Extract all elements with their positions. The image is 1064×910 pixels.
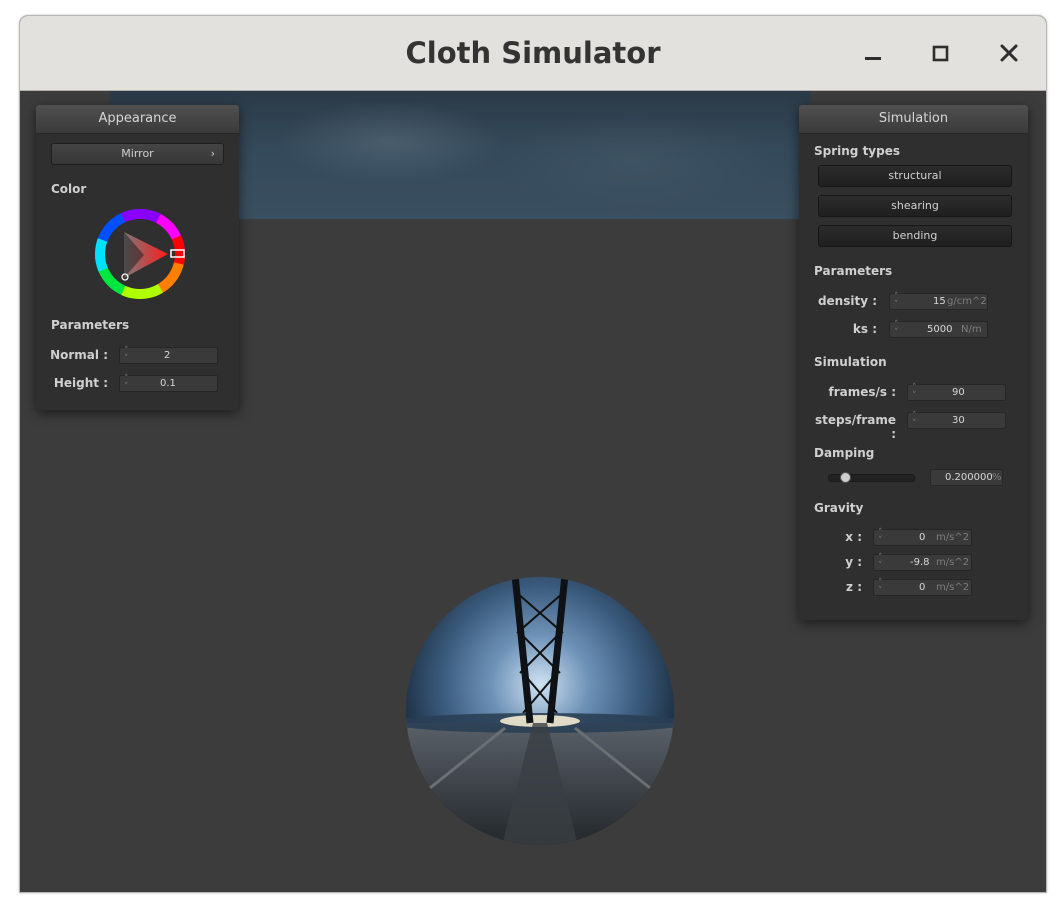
close-icon (1000, 44, 1018, 62)
ks-value: 5000 (927, 324, 953, 335)
sim-parameters-label: Parameters (814, 264, 893, 278)
maximize-icon (932, 45, 949, 62)
damping-label: Damping (814, 446, 875, 460)
appearance-parameters-label: Parameters (51, 318, 130, 332)
damping-field[interactable]: 0.200000 % (930, 469, 1003, 486)
color-label: Color (51, 182, 87, 196)
appearance-panel: Appearance Mirror › Color Parameters Nor… (36, 105, 239, 410)
spin-arrows-icon[interactable]: ˄ ˅ (878, 554, 886, 571)
damping-slider-knob[interactable] (840, 472, 851, 483)
density-value: 15 (933, 296, 946, 307)
damping-value: 0.200000 (945, 472, 993, 483)
damping-unit: % (992, 472, 1002, 483)
normal-label: Normal : (50, 348, 108, 362)
density-label: density : (817, 294, 877, 308)
spin-arrows-icon[interactable]: ˄ ˅ (124, 347, 132, 364)
shearing-button[interactable]: shearing (818, 195, 1012, 217)
steps-per-frame-value: 30 (952, 415, 965, 426)
spin-arrows-icon[interactable]: ˄ ˅ (912, 384, 920, 401)
gravity-z-label: z : (846, 580, 862, 594)
steps-per-frame-label: steps/frame : (814, 413, 896, 441)
render-viewport[interactable]: Appearance Mirror › Color Parameters Nor… (20, 91, 1046, 892)
simulation-label: Simulation (814, 355, 887, 369)
density-spinbox[interactable]: ˄ ˅ 15 g/cm^2 (889, 293, 988, 310)
frames-per-second-spinbox[interactable]: ˄ ˅ 90 (907, 384, 1006, 401)
shader-dropdown-value: Mirror (121, 147, 154, 160)
gravity-y-spinbox[interactable]: ˄ ˅ -9.8 m/s^2 (873, 554, 972, 571)
color-wheel-icon[interactable] (94, 208, 189, 303)
gravity-y-unit: m/s^2 (936, 557, 970, 568)
maximize-button[interactable] (926, 38, 956, 68)
simulation-header[interactable]: Simulation (799, 105, 1028, 134)
spin-arrows-icon[interactable]: ˄ ˅ (124, 375, 132, 392)
ks-label: ks : (852, 322, 877, 336)
simulation-panel: Simulation Spring types structural shear… (799, 105, 1028, 620)
minimize-button[interactable] (858, 38, 888, 68)
height-spinbox[interactable]: ˄ ˅ 0.1 (119, 375, 218, 392)
gravity-y-label: y : (845, 555, 862, 569)
height-value: 0.1 (160, 378, 176, 389)
mirror-sphere[interactable] (405, 573, 675, 848)
chevron-right-icon: › (210, 147, 215, 160)
gravity-z-value: 0 (919, 582, 926, 593)
structural-button[interactable]: structural (818, 165, 1012, 187)
gravity-x-value: 0 (919, 532, 926, 543)
shader-dropdown[interactable]: Mirror › (51, 143, 224, 165)
title-bar[interactable]: Cloth Simulator (20, 16, 1046, 91)
gravity-x-spinbox[interactable]: ˄ ˅ 0 m/s^2 (873, 529, 972, 546)
gravity-x-label: x : (845, 530, 862, 544)
gravity-y-value: -9.8 (910, 557, 930, 568)
frames-per-second-value: 90 (952, 387, 965, 398)
gravity-z-unit: m/s^2 (936, 582, 970, 593)
gravity-x-unit: m/s^2 (936, 532, 970, 543)
height-label: Height : (53, 376, 108, 390)
appearance-header[interactable]: Appearance (36, 105, 239, 134)
spring-types-label: Spring types (814, 144, 901, 158)
window-title: Cloth Simulator (405, 36, 661, 70)
ks-unit: N/m (961, 324, 982, 335)
minimize-icon (865, 57, 881, 60)
normal-value: 2 (164, 350, 171, 361)
spin-arrows-icon[interactable]: ˄ ˅ (894, 321, 902, 338)
steps-per-frame-spinbox[interactable]: ˄ ˅ 30 (907, 412, 1006, 429)
close-button[interactable] (994, 38, 1024, 68)
density-unit: g/cm^2 (947, 296, 987, 307)
spin-arrows-icon[interactable]: ˄ ˅ (878, 579, 886, 596)
gravity-label: Gravity (814, 501, 864, 515)
ks-spinbox[interactable]: ˄ ˅ 5000 N/m (889, 321, 988, 338)
spin-arrows-icon[interactable]: ˄ ˅ (894, 293, 902, 310)
frames-per-second-label: frames/s : (828, 385, 896, 399)
app-window: Cloth Simulator Appearance Mirror › Colo… (19, 15, 1047, 893)
bending-button[interactable]: bending (818, 225, 1012, 247)
gravity-z-spinbox[interactable]: ˄ ˅ 0 m/s^2 (873, 579, 972, 596)
spin-arrows-icon[interactable]: ˄ ˅ (912, 412, 920, 429)
normal-spinbox[interactable]: ˄ ˅ 2 (119, 347, 218, 364)
spin-arrows-icon[interactable]: ˄ ˅ (878, 529, 886, 546)
